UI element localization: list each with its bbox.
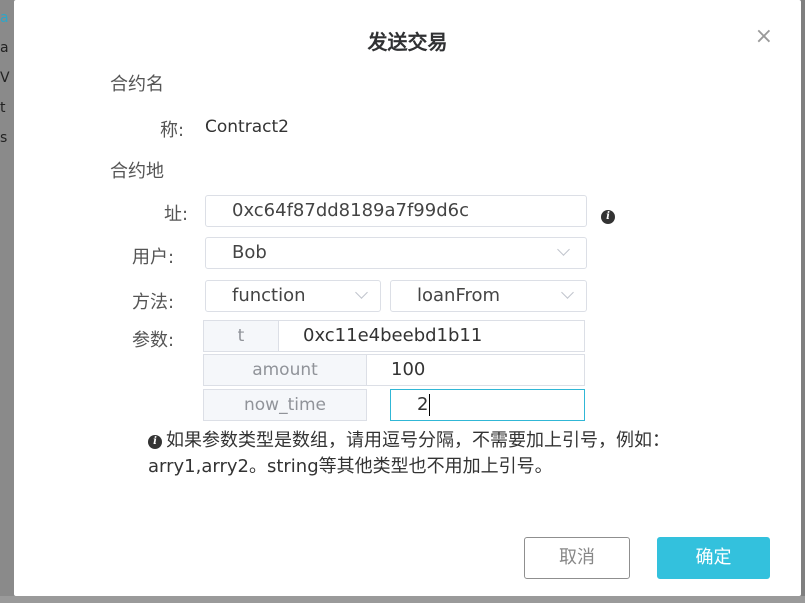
param-name-label: t bbox=[203, 320, 279, 352]
contract-name-value: Contract2 bbox=[205, 117, 289, 137]
contract-address-label: 合约地 bbox=[110, 161, 164, 182]
method-name-select[interactable]: loanFrom bbox=[390, 280, 587, 312]
user-label: 用户: bbox=[132, 247, 175, 268]
contract-address-label-suffix: 址: bbox=[164, 204, 189, 225]
close-icon[interactable]: × bbox=[755, 26, 773, 48]
background-text: V bbox=[0, 70, 10, 86]
param-input-now-time-value: 2 bbox=[417, 394, 429, 415]
cancel-button[interactable]: 取消 bbox=[524, 537, 630, 579]
chevron-down-icon bbox=[557, 243, 570, 256]
send-transaction-dialog: 发送交易 × 合约名 称: Contract2 合约地 址: 0xc64f87d… bbox=[14, 0, 801, 596]
info-icon: i bbox=[148, 435, 162, 449]
param-name-label: now_time bbox=[203, 389, 367, 421]
param-name-label: amount bbox=[203, 354, 367, 386]
background-page: a a V t s bbox=[0, 0, 14, 603]
param-hint-text: 如果参数类型是数组，请用逗号分隔，不需要加上引号，例如：arry1,arry2。… bbox=[148, 430, 670, 477]
chevron-down-icon bbox=[355, 286, 368, 299]
text-caret bbox=[429, 394, 431, 416]
background-bottom bbox=[0, 596, 805, 603]
background-text: t bbox=[0, 100, 6, 116]
method-type-value: function bbox=[232, 285, 306, 306]
address-info-icon[interactable]: i bbox=[601, 204, 615, 224]
method-label: 方法: bbox=[132, 292, 175, 313]
contract-name-label-suffix: 称: bbox=[160, 120, 185, 141]
param-hint: i 如果参数类型是数组，请用逗号分隔，不需要加上引号，例如：arry1,arry2… bbox=[148, 428, 768, 480]
params-label: 参数: bbox=[132, 330, 175, 351]
method-name-value: loanFrom bbox=[417, 285, 501, 306]
param-input-amount[interactable]: 100 bbox=[366, 354, 585, 386]
param-input-t[interactable]: 0xc11e4beebd1b11 bbox=[278, 320, 585, 352]
dialog-title: 发送交易 bbox=[367, 30, 448, 54]
param-input-now-time[interactable]: 2 bbox=[390, 389, 585, 421]
background-text: s bbox=[0, 130, 8, 146]
user-select-value: Bob bbox=[232, 242, 267, 263]
user-select[interactable]: Bob bbox=[205, 237, 587, 269]
background-text: a bbox=[0, 40, 9, 56]
contract-address-input[interactable]: 0xc64f87dd8189a7f99d6c bbox=[205, 195, 587, 227]
background-text: a bbox=[0, 10, 9, 26]
chevron-down-icon bbox=[561, 286, 574, 299]
method-type-select[interactable]: function bbox=[205, 280, 381, 312]
contract-name-label: 合约名 bbox=[110, 74, 164, 95]
confirm-button[interactable]: 确定 bbox=[657, 537, 770, 579]
